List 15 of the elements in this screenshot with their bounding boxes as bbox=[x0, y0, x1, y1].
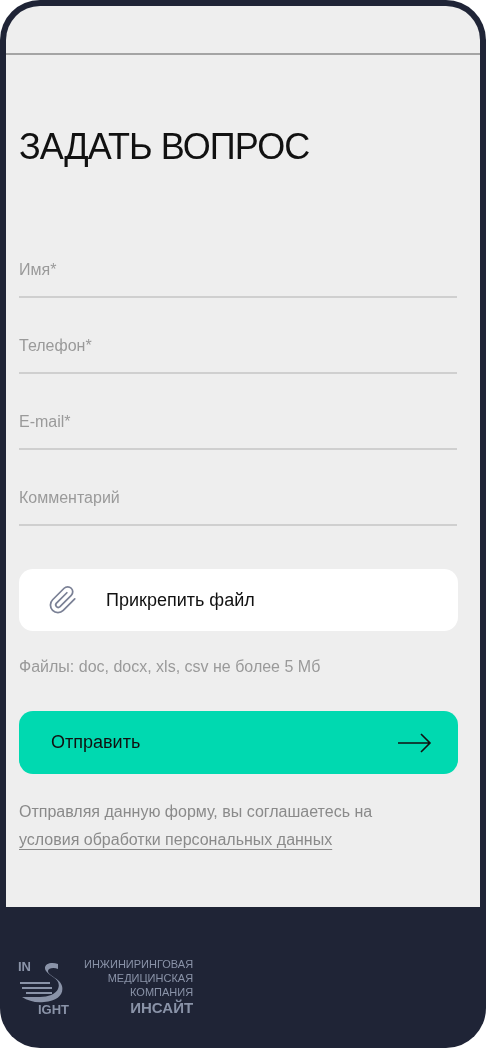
company-name: ИНСАЙТ bbox=[130, 999, 194, 1017]
paperclip-icon bbox=[48, 584, 78, 616]
submit-button[interactable]: Отправить bbox=[19, 711, 458, 774]
arrow-right-icon bbox=[398, 732, 432, 753]
text-field[interactable]: Телефон* bbox=[19, 297, 457, 374]
text-field[interactable]: Имя* bbox=[19, 221, 457, 298]
form-title: ЗАДАТЬ ВОПРОС bbox=[19, 127, 311, 167]
company-tagline: ИНЖИНИРИНГОВАЯ bbox=[84, 957, 194, 971]
attach-file-button[interactable]: Прикрепить файл bbox=[19, 569, 458, 631]
file-hint: Файлы: doc, docx, xls, csv не более 5 Мб bbox=[19, 657, 322, 677]
text-field[interactable]: E-mail* bbox=[19, 373, 457, 450]
company-tagline: МЕДИЦИНСКАЯ bbox=[107, 971, 194, 985]
company-tagline: КОМПАНИЯ bbox=[130, 985, 194, 999]
consent-text: Отправляя данную форму, вы соглашаетесь на bbox=[19, 803, 373, 820]
text-field[interactable]: Комментарий bbox=[19, 449, 457, 526]
